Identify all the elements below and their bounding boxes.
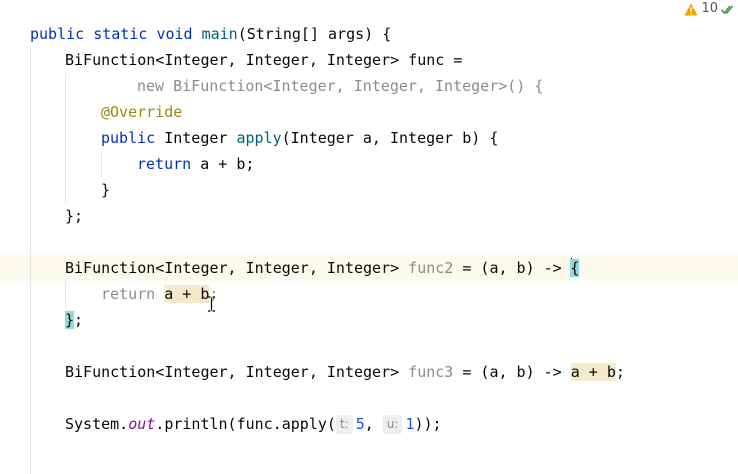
code-text: Integer: [155, 129, 237, 147]
code-text: .println(func.apply(: [155, 415, 336, 433]
code-editor[interactable]: 10 public static void main(String[] args…: [0, 0, 738, 474]
hint-label: t:: [339, 417, 349, 431]
static-field: out: [128, 415, 156, 433]
code-line[interactable]: };: [65, 307, 83, 333]
highlighted-expression: a + b: [570, 363, 616, 381]
code-text: BiFunction<Integer, Integer, Integer>: [65, 259, 409, 277]
number-literal: 5: [355, 415, 365, 433]
code-line[interactable]: return a + b;: [101, 281, 218, 307]
code-line[interactable]: new BiFunction<Integer, Integer, Integer…: [137, 73, 543, 99]
annotation: @Override: [101, 103, 183, 121]
indent-guide: [65, 281, 66, 307]
code-text: ;: [74, 311, 84, 329]
indent-guide: [65, 73, 66, 203]
code-text: BiFunction<Integer, Integer, Integer> fu…: [65, 51, 463, 69]
keyword: static: [93, 25, 148, 43]
code-text: }: [101, 181, 111, 199]
double-check-icon: [721, 4, 734, 14]
keyword: void: [156, 25, 193, 43]
text-cursor-icon: [208, 296, 215, 312]
indent-guide: [30, 47, 31, 474]
code-line-current[interactable]: BiFunction<Integer, Integer, Integer> fu…: [65, 255, 580, 281]
highlighted-expression: a + b: [164, 285, 210, 303]
code-line[interactable]: BiFunction<Integer, Integer, Integer> fu…: [65, 359, 625, 385]
parameter-hint: t:: [335, 415, 353, 434]
parameter-hint: u:: [382, 415, 403, 434]
code-text: = (a, b) ->: [453, 259, 571, 277]
code-line[interactable]: @Override: [101, 99, 182, 125]
method-name: main: [201, 25, 238, 43]
matched-brace: }: [65, 311, 75, 329]
variable-name: func2: [408, 259, 454, 277]
code-text: System.: [65, 415, 129, 433]
code-text: BiFunction<Integer, Integer, Integer>: [65, 363, 409, 381]
code-text: BiFunction<Integer, Integer, Integer>() …: [164, 77, 544, 95]
keyword: public: [101, 129, 156, 147]
warning-count: 10: [701, 1, 718, 16]
code-text: (Integer a, Integer b) {: [281, 129, 499, 147]
keyword: return: [101, 285, 156, 303]
code-line[interactable]: BiFunction<Integer, Integer, Integer> fu…: [65, 47, 462, 73]
keyword: public: [30, 25, 85, 43]
variable-name: func3: [408, 363, 454, 381]
code-line[interactable]: public static void main(String[] args) {: [30, 21, 391, 47]
code-line[interactable]: }: [101, 177, 110, 203]
code-line[interactable]: return a + b;: [137, 151, 254, 177]
hint-label: u:: [386, 417, 399, 431]
code-text: ,: [364, 415, 383, 433]
keyword: new: [137, 77, 165, 95]
code-text: = (a, b) ->: [453, 363, 571, 381]
inspection-widget[interactable]: 10: [684, 0, 734, 18]
code-text: (String[] args) {: [237, 25, 392, 43]
code-text: };: [65, 207, 84, 225]
indent-guide: [101, 151, 102, 177]
keyword: return: [137, 155, 192, 173]
code-line[interactable]: };: [65, 203, 83, 229]
code-line[interactable]: public Integer apply(Integer a, Integer …: [101, 125, 498, 151]
code-text: a + b;: [191, 155, 255, 173]
code-text: ;: [615, 363, 625, 381]
code-text: ));: [414, 415, 442, 433]
code-line[interactable]: System.out.println(func.apply(t: 5, u: 1))…: [65, 411, 442, 437]
warning-triangle-icon: [684, 3, 698, 15]
method-name: apply: [236, 129, 282, 147]
matched-brace: {: [570, 259, 580, 277]
